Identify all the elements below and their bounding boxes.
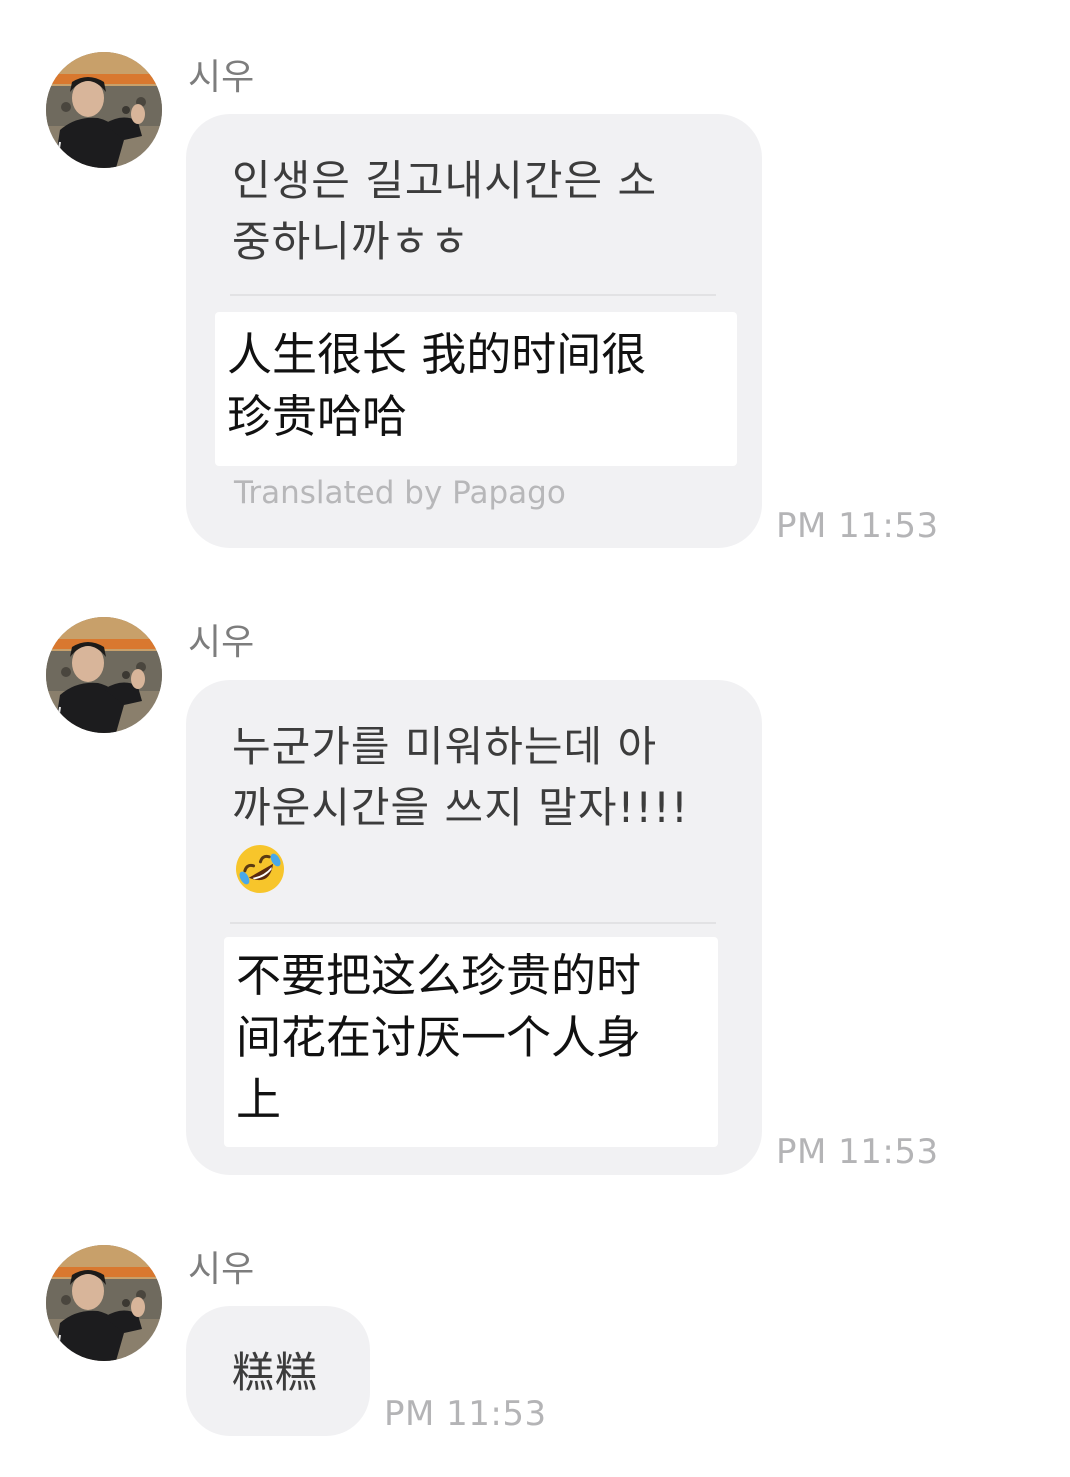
avatar-photo [46, 617, 162, 733]
message-bubble[interactable]: 糕糕 [186, 1306, 370, 1436]
message-bubble[interactable]: 누군가를 미워하는데 아 까운시간을 쓰지 말자!!!! 不要把这么珍贵的时 间… [186, 680, 762, 1175]
translation-credit: Translated by Papago [234, 475, 566, 511]
sender-name: 시우 [188, 57, 255, 98]
translation-box: 不要把这么珍贵的时 间花在讨厌一个人身 上 [224, 937, 718, 1147]
avatar[interactable] [46, 1245, 162, 1361]
avatar-photo [46, 1245, 162, 1361]
translation-box: 人生很长 我的时间很 珍贵哈哈 [215, 312, 737, 466]
message-text: 누군가를 미워하는데 아 까운시간을 쓰지 말자!!!! [232, 722, 689, 832]
message-text: 인생은 길고내시간은 소 중하니까ㅎㅎ [232, 156, 658, 266]
avatar[interactable] [46, 52, 162, 168]
avatar[interactable] [46, 617, 162, 733]
rolling-laughing-emoji-icon [236, 845, 284, 893]
avatar-photo [46, 52, 162, 168]
sender-name: 시우 [188, 1249, 255, 1290]
translation-text: 不要把这么珍贵的时 间花在讨厌一个人身 上 [236, 949, 642, 1126]
message-text: 糕糕 [232, 1348, 319, 1397]
translation-divider [230, 922, 716, 924]
message-bubble[interactable]: 인생은 길고내시간은 소 중하니까ㅎㅎ 人生很长 我的时间很 珍贵哈哈 Tran… [186, 114, 762, 548]
message-timestamp: PM 11:53 [776, 506, 939, 546]
message-timestamp: PM 11:53 [776, 1132, 939, 1172]
translation-text: 人生很长 我的时间很 珍贵哈哈 [227, 328, 647, 443]
translation-divider [230, 294, 716, 296]
message-timestamp: PM 11:53 [384, 1394, 547, 1434]
sender-name: 시우 [188, 622, 255, 663]
